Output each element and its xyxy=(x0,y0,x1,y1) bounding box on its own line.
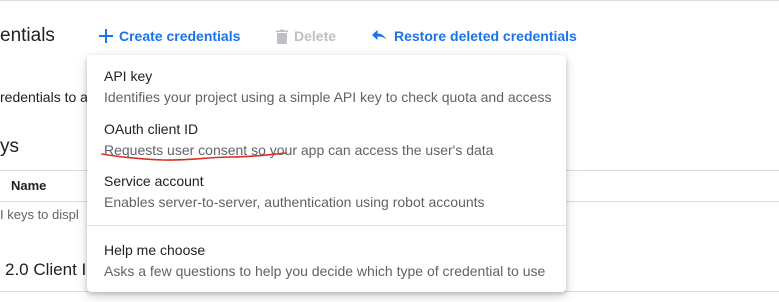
plus-icon xyxy=(99,29,113,43)
create-credentials-label: Create credentials xyxy=(119,28,241,44)
empty-state-text: I keys to displ xyxy=(0,207,79,222)
create-credentials-menu: API key Identifies your project using a … xyxy=(87,55,566,292)
create-credentials-button[interactable]: Create credentials xyxy=(99,28,240,44)
menu-item-description: Enables server-to-server, authentication… xyxy=(104,194,485,210)
column-header-name[interactable]: Name xyxy=(11,178,46,193)
trash-icon xyxy=(276,29,288,44)
restore-deleted-credentials-button[interactable]: Restore deleted credentials xyxy=(371,28,577,44)
top-border xyxy=(0,0,779,1)
menu-item-title: Help me choose xyxy=(104,242,206,258)
delete-button[interactable]: Delete xyxy=(276,28,336,44)
undo-icon xyxy=(371,30,388,42)
restore-deleted-credentials-label: Restore deleted credentials xyxy=(394,28,577,44)
red-underline-annotation xyxy=(101,152,287,161)
menu-item-description: Identifies your project using a simple A… xyxy=(104,89,552,105)
section-title-oauth: 2.0 Client I xyxy=(5,260,87,279)
menu-item-api-key[interactable]: API key Identifies your project using a … xyxy=(87,55,566,110)
menu-item-description: Asks a few questions to help you decide … xyxy=(104,263,546,279)
menu-item-service-account[interactable]: Service account Enables server-to-server… xyxy=(87,162,566,220)
menu-item-title: Service account xyxy=(104,173,204,189)
delete-label: Delete xyxy=(294,28,337,44)
menu-divider xyxy=(87,225,566,226)
menu-item-title: OAuth client ID xyxy=(104,121,199,137)
intro-text: redentials to a xyxy=(0,89,88,105)
menu-item-title: API key xyxy=(104,68,153,84)
menu-item-help-me-choose[interactable]: Help me choose Asks a few questions to h… xyxy=(87,230,566,285)
section-title-api-keys: ys xyxy=(0,136,19,157)
page-title: entials xyxy=(0,25,55,46)
